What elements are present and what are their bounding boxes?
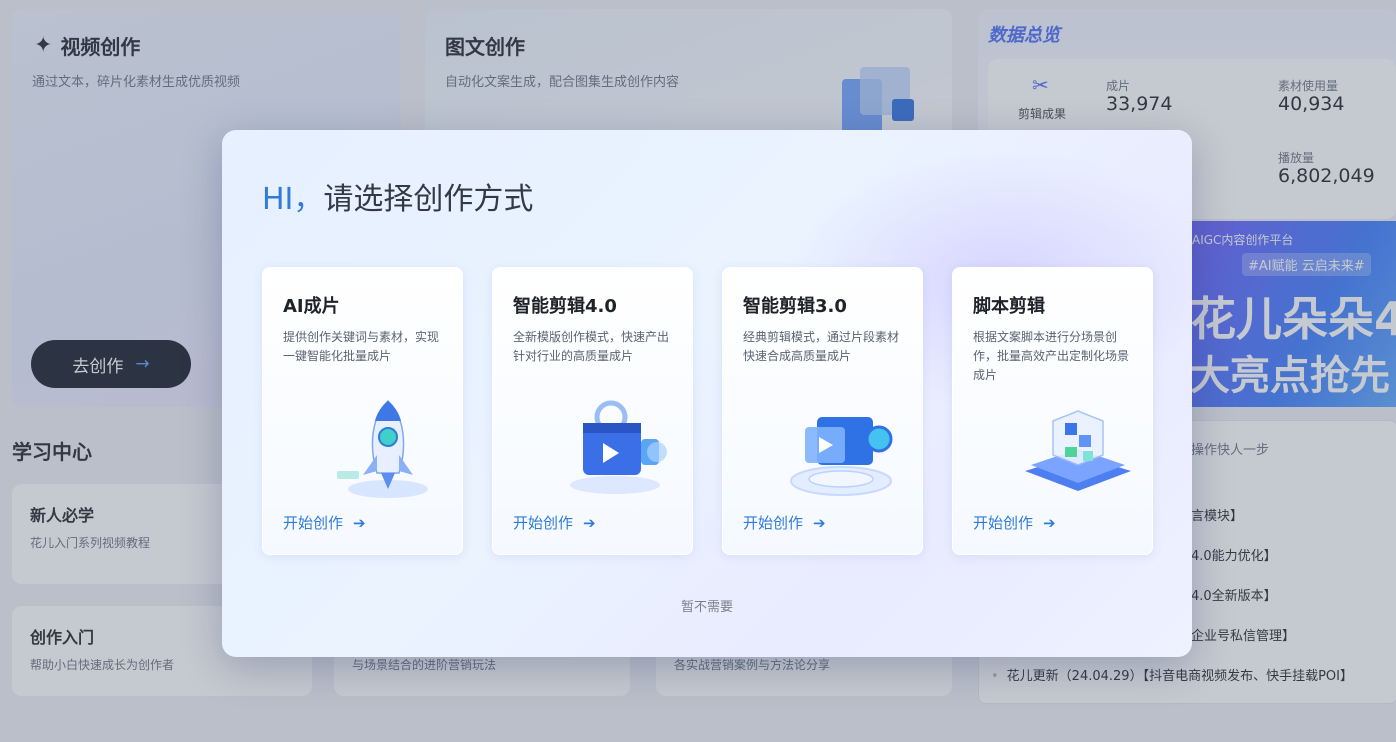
start-create-link[interactable]: 开始创作 ➔ (973, 512, 1056, 533)
arrow-right-icon: ➔ (813, 514, 826, 532)
cta-label: 开始创作 (743, 514, 804, 532)
option-card-smart-edit-4[interactable]: 智能剪辑4.0 全新模版创作模式，快速产出针对行业的高质量成片 开始创作 ➔ (492, 267, 693, 555)
option-title: AI成片 (283, 296, 340, 317)
start-create-link[interactable]: 开始创作 ➔ (743, 512, 826, 533)
start-create-link[interactable]: 开始创作 ➔ (283, 512, 366, 533)
option-card-ai-film[interactable]: AI成片 提供创作关键词与素材，实现一键智能化批量成片 开始创作 ➔ (262, 267, 463, 555)
arrow-right-icon: ➔ (353, 514, 366, 532)
start-create-link[interactable]: 开始创作 ➔ (513, 512, 596, 533)
modal-greeting: HI， (262, 182, 324, 217)
option-desc: 提供创作关键词与素材，实现一键智能化批量成片 (283, 330, 440, 363)
option-card-script-edit[interactable]: 脚本剪辑 根据文案脚本进行分场景创作，批量高效产出定制化场景成片 开始创作 ➔ (952, 267, 1153, 555)
option-title: 智能剪辑3.0 (743, 296, 847, 317)
option-title: 脚本剪辑 (973, 296, 1045, 317)
film-camera-icon (570, 400, 667, 494)
option-title: 智能剪辑4.0 (513, 296, 617, 317)
cube-chip-icon (1025, 410, 1131, 491)
option-desc: 全新模版创作模式，快速产出针对行业的高质量成片 (513, 330, 670, 363)
cta-label: 开始创作 (283, 514, 344, 532)
cta-label: 开始创作 (973, 514, 1034, 532)
video-camera-icon (790, 417, 893, 496)
skip-button[interactable]: 暂不需要 (222, 596, 1192, 615)
creation-mode-modal: HI，请选择创作方式 AI成片 提供创作关键词与素材，实现一键智能化批量成片 开… (222, 130, 1192, 657)
arrow-right-icon: ➔ (1043, 514, 1056, 532)
modal-title-text: 请选择创作方式 (323, 182, 534, 217)
option-card-smart-edit-3[interactable]: 智能剪辑3.0 经典剪辑模式，通过片段素材快速合成高质量成片 开始创作 ➔ (722, 267, 923, 555)
modal-title: HI，请选择创作方式 (262, 174, 533, 218)
arrow-right-icon: ➔ (583, 514, 596, 532)
option-desc: 经典剪辑模式，通过片段素材快速合成高质量成片 (743, 330, 900, 363)
option-desc: 根据文案脚本进行分场景创作，批量高效产出定制化场景成片 (973, 330, 1130, 382)
cta-label: 开始创作 (513, 514, 574, 532)
rocket-icon (337, 399, 428, 498)
